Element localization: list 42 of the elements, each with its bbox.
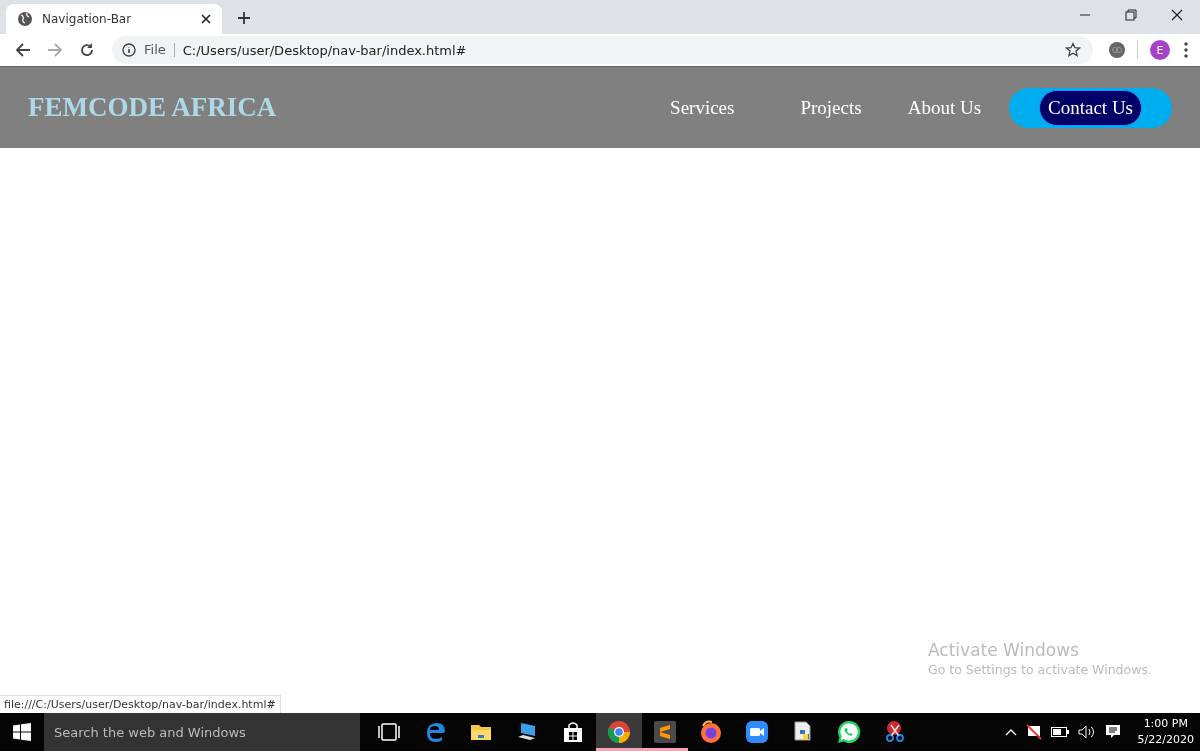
tab-title: Navigation-Bar [42,12,133,26]
close-icon[interactable] [1171,9,1183,21]
extension-icon[interactable] [1109,42,1125,58]
clock-date[interactable]: 5/22/2020 [1137,732,1194,748]
nav-link[interactable]: Services [670,96,735,119]
restore-icon[interactable] [1125,9,1137,21]
network-disconnected-icon[interactable] [1025,724,1042,740]
taskbar-app[interactable] [596,713,642,751]
task-view-icon [377,720,401,744]
scheme-label: File [144,43,175,57]
fox-globe-icon [699,720,723,744]
shopping-bag-icon [561,720,585,744]
profile-avatar[interactable]: E [1150,40,1170,60]
notification-icon[interactable] [1104,724,1121,740]
chat-bubble-icon [837,720,861,744]
text-editor-icon [653,720,677,744]
contact-button[interactable]: Contact Us [1039,89,1142,126]
chrome-logo-icon [607,720,631,744]
volume-icon[interactable] [1077,725,1096,739]
close-tab-icon[interactable] [200,13,212,25]
nav-link[interactable]: Projects [800,96,862,119]
activation-message: Go to Settings to activate Windows. [928,662,1152,677]
reload-icon[interactable] [79,42,95,58]
address-bar[interactable]: File C:/Users/user/Desktop/nav-bar/index.html# [112,36,1093,64]
activation-title: Activate Windows [928,640,1080,660]
star-icon[interactable] [1065,42,1081,58]
nav-link[interactable]: About Us [907,96,982,119]
windows-logo-icon [13,723,31,741]
clock-time[interactable]: 1:00 PM [1143,716,1188,732]
globe-icon [18,12,32,26]
url-text: C:/Users/user/Desktop/nav-bar/index.html# [182,42,467,58]
plus-icon[interactable] [237,11,251,25]
info-icon [122,43,136,57]
battery-icon[interactable] [1050,727,1069,737]
menu-icon[interactable] [1184,42,1188,58]
caret-up-icon[interactable] [1004,728,1017,736]
video-camera-icon [745,720,769,744]
taskbar-search-field[interactable]: Search the web and Windows [44,713,360,751]
scissors-icon [883,720,907,744]
status-url: file:///C:/Users/user/Desktop/nav-bar/index.html# [0,695,281,713]
browser-tab[interactable]: Navigation-Bar [6,4,222,34]
back-arrow-icon[interactable] [15,42,31,58]
